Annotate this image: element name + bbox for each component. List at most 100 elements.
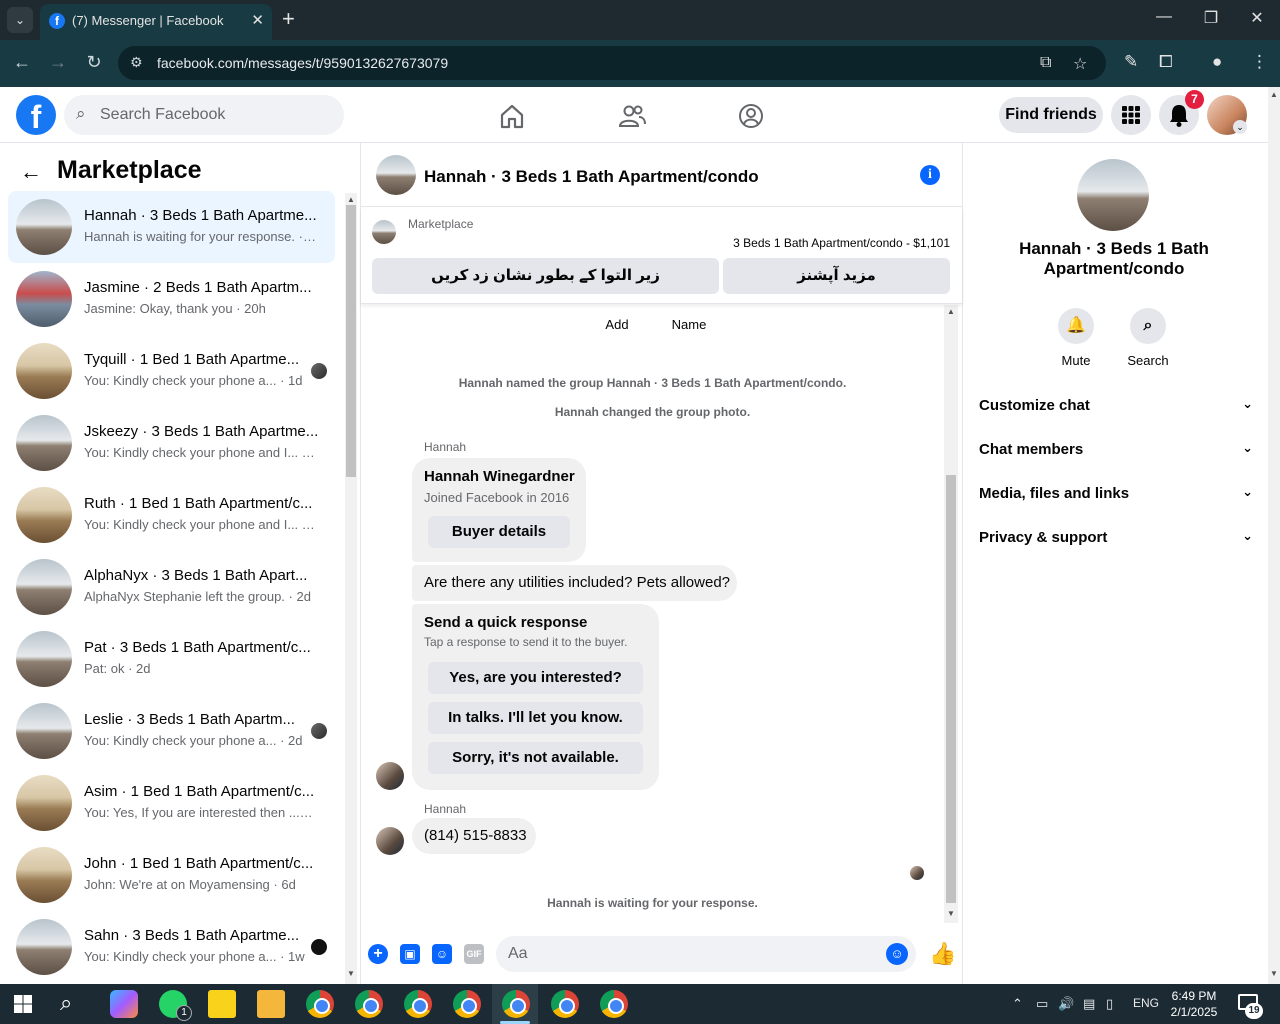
pen-icon[interactable]: ✎: [1124, 52, 1138, 72]
facebook-logo[interactable]: f: [16, 95, 56, 135]
tab-close-icon[interactable]: ✕: [251, 11, 264, 29]
copilot-icon[interactable]: [110, 990, 138, 1018]
bookmark-star-icon[interactable]: ☆: [1073, 54, 1087, 74]
info-icon[interactable]: i: [920, 165, 940, 185]
scroll-up-icon[interactable]: ▲: [947, 307, 955, 316]
scroll-down-icon[interactable]: ▼: [347, 969, 355, 978]
scroll-down-icon[interactable]: ▼: [1270, 969, 1278, 978]
chrome-icon[interactable]: [502, 990, 530, 1018]
name-action-label[interactable]: Name: [659, 317, 719, 332]
network-icon[interactable]: ▤: [1083, 996, 1095, 1012]
conversation-item[interactable]: Sahn · 3 Beds 1 Bath Apartme... You: Kin…: [8, 911, 335, 983]
message-input[interactable]: Aa ☺: [496, 936, 916, 972]
scroll-up-icon[interactable]: ▲: [1270, 90, 1278, 99]
sticker-icon[interactable]: ☺: [432, 944, 452, 964]
scrollbar-thumb[interactable]: [946, 475, 956, 903]
more-options-button[interactable]: مزید آپشنز: [723, 258, 950, 294]
search-action[interactable]: ⌕ Search: [1118, 308, 1178, 368]
back-arrow-icon[interactable]: ←: [20, 159, 42, 185]
chat-photo[interactable]: [1077, 159, 1149, 231]
add-action-label[interactable]: Add: [587, 317, 647, 332]
banner-listing[interactable]: 3 Beds 1 Bath Apartment/condo - $1,101: [733, 236, 950, 250]
gif-icon[interactable]: GIF: [464, 944, 484, 964]
chrome-icon[interactable]: [355, 990, 383, 1018]
conversation-preview: Hannah is waiting for your response. · 3…: [84, 229, 316, 244]
conversation-item[interactable]: Tyquill · 1 Bed 1 Bath Apartme... You: K…: [8, 335, 335, 407]
sender-avatar[interactable]: [376, 762, 404, 790]
window-close-icon[interactable]: ✕: [1242, 8, 1272, 28]
site-info-icon[interactable]: ⚙: [130, 54, 143, 71]
volume-icon[interactable]: 🔊: [1058, 996, 1074, 1012]
url-text[interactable]: facebook.com/messages/t/9590132627673079: [157, 55, 448, 71]
buyer-details-button[interactable]: Buyer details: [428, 516, 570, 548]
profile-icon[interactable]: ●: [1212, 52, 1222, 72]
menu-grid-button[interactable]: [1111, 95, 1151, 135]
media-files-links-section[interactable]: Media, files and links ⌄: [979, 484, 1253, 502]
chrome-icon[interactable]: [453, 990, 481, 1018]
windows-start-icon[interactable]: [14, 995, 32, 1013]
mark-pending-button[interactable]: زیر التوا کے بطور نشان زد کریں: [372, 258, 719, 294]
scroll-down-icon[interactable]: ▼: [947, 909, 955, 918]
conversation-item[interactable]: Pat · 3 Beds 1 Bath Apartment/c... Pat: …: [8, 623, 335, 695]
reload-icon[interactable]: ↻: [82, 52, 106, 73]
message-bubble[interactable]: Are there any utilities included? Pets a…: [412, 565, 737, 601]
conversation-item[interactable]: Ruth · 1 Bed 1 Bath Apartment/c... You: …: [8, 479, 335, 551]
conversation-item[interactable]: AlphaNyx · 3 Beds 1 Bath Apart... AlphaN…: [8, 551, 335, 623]
chrome-icon[interactable]: [600, 990, 628, 1018]
back-icon[interactable]: ←: [10, 52, 34, 73]
conversation-item[interactable]: Leslie · 3 Beds 1 Bath Apartm... You: Ki…: [8, 695, 335, 767]
tab-search-menu-icon[interactable]: ⌄: [7, 7, 33, 33]
tray-overflow-icon[interactable]: ⌃: [1012, 996, 1023, 1012]
message-bubble[interactable]: (814) 515-8833: [412, 818, 536, 854]
photo-icon[interactable]: ▣: [400, 944, 420, 964]
chat-title[interactable]: Hannah · 3 Beds 1 Bath Apartment/condo: [424, 167, 759, 187]
minimize-icon[interactable]: —: [1149, 8, 1179, 26]
clock[interactable]: 6:49 PM 2/1/2025: [1168, 988, 1220, 1020]
install-app-icon[interactable]: ⧉: [1040, 54, 1051, 72]
quick-reply-interested-button[interactable]: Yes, are you interested?: [428, 662, 643, 694]
restore-icon[interactable]: ❐: [1196, 8, 1226, 28]
plus-icon[interactable]: +: [368, 944, 388, 964]
privacy-support-section[interactable]: Privacy & support ⌄: [979, 528, 1253, 546]
chat-list-scrollbar[interactable]: ▲ ▼: [345, 193, 357, 984]
language-indicator[interactable]: ENG: [1133, 996, 1159, 1010]
meet-icon[interactable]: ▭: [1036, 996, 1048, 1012]
customize-chat-section[interactable]: Customize chat ⌄: [979, 396, 1253, 414]
thread-scrollbar[interactable]: ▲ ▼: [944, 305, 958, 923]
conversation-item[interactable]: John · 1 Bed 1 Bath Apartment/c... John:…: [8, 839, 335, 911]
address-bar[interactable]: ⚙ facebook.com/messages/t/95901326276730…: [118, 46, 1106, 80]
new-tab-icon[interactable]: +: [282, 6, 295, 32]
thumbs-up-icon[interactable]: 👍: [929, 941, 956, 967]
find-friends-button[interactable]: Find friends: [999, 97, 1103, 133]
chevron-down-icon[interactable]: ⌄: [1233, 120, 1247, 134]
scroll-up-icon[interactable]: ▲: [347, 195, 355, 204]
chrome-icon[interactable]: [306, 990, 334, 1018]
quick-reply-not-available-button[interactable]: Sorry, it's not available.: [428, 742, 643, 774]
scrollbar-thumb[interactable]: [346, 205, 356, 477]
sticky-notes-icon[interactable]: [208, 990, 236, 1018]
conversation-item[interactable]: Jskeezy · 3 Beds 1 Bath Apartme... You: …: [8, 407, 335, 479]
sender-avatar[interactable]: [376, 827, 404, 855]
chrome-icon[interactable]: [551, 990, 579, 1018]
search-facebook-input[interactable]: ⌕ Search Facebook: [64, 95, 344, 135]
battery-icon[interactable]: ▯: [1106, 996, 1113, 1012]
conversation-item[interactable]: Asim · 1 Bed 1 Bath Apartment/c... You: …: [8, 767, 335, 839]
conversation-item[interactable]: Hannah · 3 Beds 1 Bath Apartme... Hannah…: [8, 191, 335, 263]
file-explorer-icon[interactable]: [257, 990, 285, 1018]
browser-tab-messenger[interactable]: f (7) Messenger | Facebook ✕: [40, 4, 272, 40]
chat-members-section[interactable]: Chat members ⌄: [979, 440, 1253, 458]
browser-menu-icon[interactable]: ⋮: [1251, 52, 1268, 72]
chrome-icon[interactable]: [404, 990, 432, 1018]
page-scrollbar[interactable]: ▲ ▼: [1268, 87, 1280, 984]
emoji-icon[interactable]: ☺: [886, 943, 908, 965]
home-icon[interactable]: [497, 101, 527, 131]
friends-icon[interactable]: [617, 101, 647, 131]
extensions-icon[interactable]: ⧠: [1159, 52, 1173, 72]
search-icon[interactable]: ⌕: [60, 990, 72, 1016]
forward-icon[interactable]: →: [46, 52, 70, 73]
quick-reply-in-talks-button[interactable]: In talks. I'll let you know.: [428, 702, 643, 734]
chat-thumbnail[interactable]: [376, 155, 416, 195]
groups-icon[interactable]: [736, 101, 766, 131]
conversation-item[interactable]: Jasmine · 2 Beds 1 Bath Apartm... Jasmin…: [8, 263, 335, 335]
mute-action[interactable]: 🔔 Mute: [1046, 308, 1106, 368]
